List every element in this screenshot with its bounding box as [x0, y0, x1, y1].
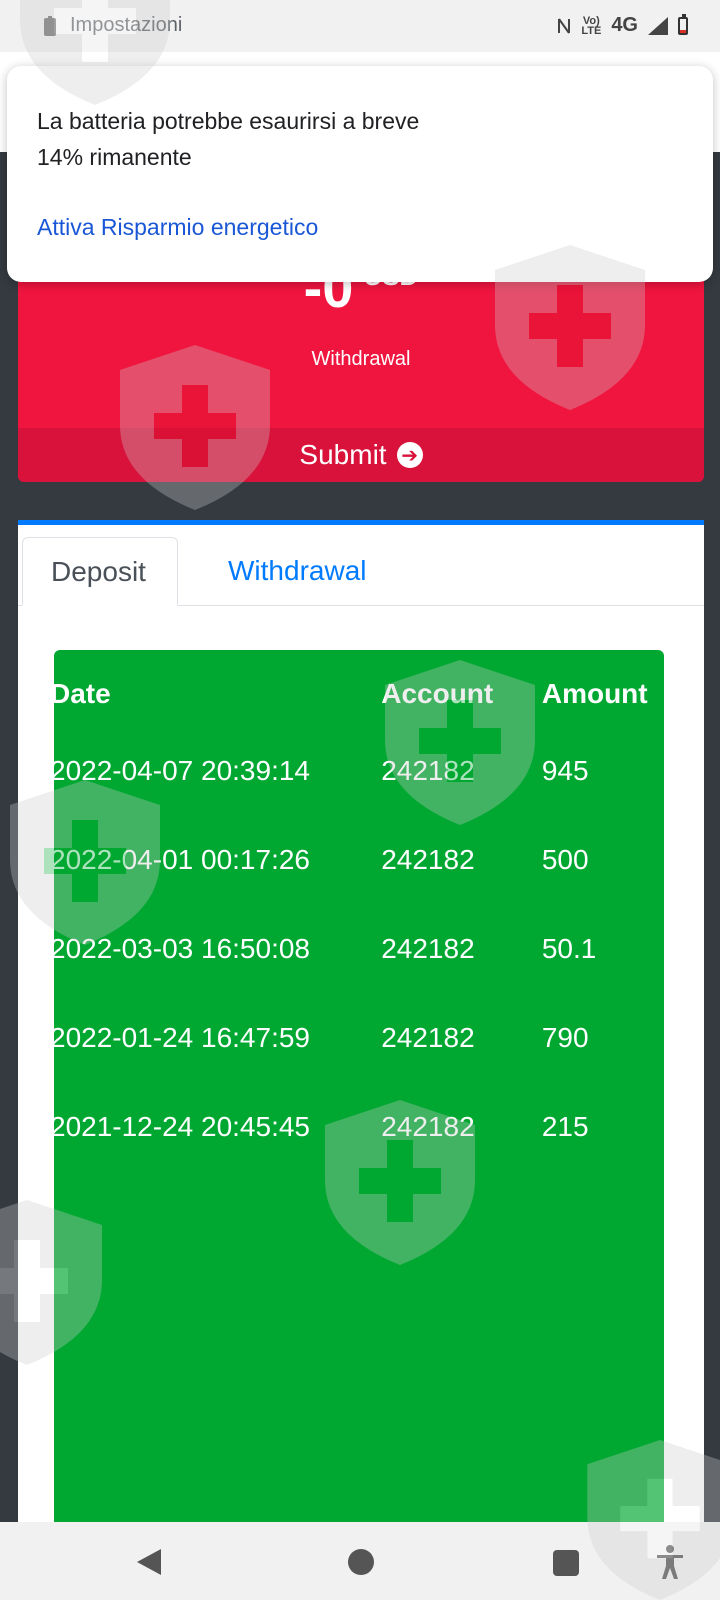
- cell-account: 242182: [381, 754, 475, 786]
- navigation-bar: [0, 1522, 720, 1600]
- cell-account: 242182: [381, 1021, 475, 1053]
- cell-date: 2022-04-01 00:17:26: [54, 843, 310, 875]
- signal-icon: [648, 16, 668, 35]
- table-row: 2021-12-24 20:45:45 242182 215: [54, 1082, 660, 1171]
- history-tabs: Deposit Withdrawal: [18, 525, 704, 606]
- status-left: Impostazioni: [44, 14, 182, 37]
- battery-icon: [678, 13, 688, 35]
- cell-date: 2022-04-07 20:39:14: [54, 754, 310, 786]
- cell-amount: 215: [541, 1110, 589, 1142]
- cell-date: 2022-03-03 16:50:08: [54, 932, 310, 964]
- table-row: 2022-04-01 00:17:26 242182 500: [54, 815, 660, 904]
- cell-account: 242182: [381, 1110, 475, 1142]
- column-header-date: Date: [54, 678, 111, 709]
- status-bar: Impostazioni Vo) LTE 4G: [0, 0, 720, 52]
- accessibility-icon[interactable]: [655, 1544, 685, 1580]
- cell-account: 242182: [381, 843, 475, 875]
- submit-label: Submit: [299, 439, 387, 470]
- submit-button[interactable]: Submit ➔: [18, 428, 704, 482]
- network-type: 4G: [611, 14, 638, 36]
- table-row: 2022-04-07 20:39:14 242182 945: [54, 726, 660, 815]
- battery-notification[interactable]: La batteria potrebbe esaurirsi a breve 1…: [7, 66, 713, 282]
- cell-amount: 790: [541, 1021, 589, 1053]
- arrow-right-circle-icon: ➔: [396, 442, 423, 468]
- cell-date: 2022-01-24 16:47:59: [54, 1021, 310, 1053]
- cell-amount: 945: [541, 754, 589, 786]
- tab-deposit[interactable]: Deposit: [22, 537, 178, 606]
- notification-subtitle: 14% rimanente: [37, 144, 192, 170]
- nfc-icon: [558, 17, 571, 34]
- phone-storage-icon: [44, 15, 56, 36]
- volte-icon: Vo) LTE: [581, 14, 602, 37]
- cell-amount: 500: [541, 843, 589, 875]
- history-card: Deposit Withdrawal Date Account Amount 2…: [18, 520, 704, 1535]
- battery-saver-action[interactable]: Attiva Risparmio energetico: [37, 214, 318, 241]
- home-icon[interactable]: [348, 1549, 374, 1575]
- column-header-account: Account: [381, 678, 494, 709]
- cell-amount: 50.1: [541, 932, 597, 964]
- cell-account: 242182: [381, 932, 475, 964]
- cell-date: 2021-12-24 20:45:45: [54, 1110, 310, 1142]
- notification-title: La batteria potrebbe esaurirsi a breve: [37, 108, 420, 134]
- table-row: 2022-03-03 16:50:08 242182 50.1: [54, 904, 660, 993]
- tab-withdrawal[interactable]: Withdrawal: [200, 537, 394, 605]
- status-app-label: Impostazioni: [70, 14, 183, 36]
- table-header-row: Date Account Amount: [54, 662, 660, 726]
- back-icon[interactable]: [137, 1549, 161, 1575]
- status-right: Vo) LTE 4G: [557, 13, 688, 37]
- column-header-amount: Amount: [541, 678, 648, 709]
- withdraw-label: Withdrawal: [311, 348, 411, 370]
- table-row: 2022-01-24 16:47:59 242182 790: [54, 993, 660, 1082]
- transactions-panel: Date Account Amount 2022-04-07 20:39:14 …: [54, 650, 664, 1530]
- transactions-table: Date Account Amount 2022-04-07 20:39:14 …: [54, 662, 660, 1171]
- recents-icon[interactable]: [553, 1550, 579, 1576]
